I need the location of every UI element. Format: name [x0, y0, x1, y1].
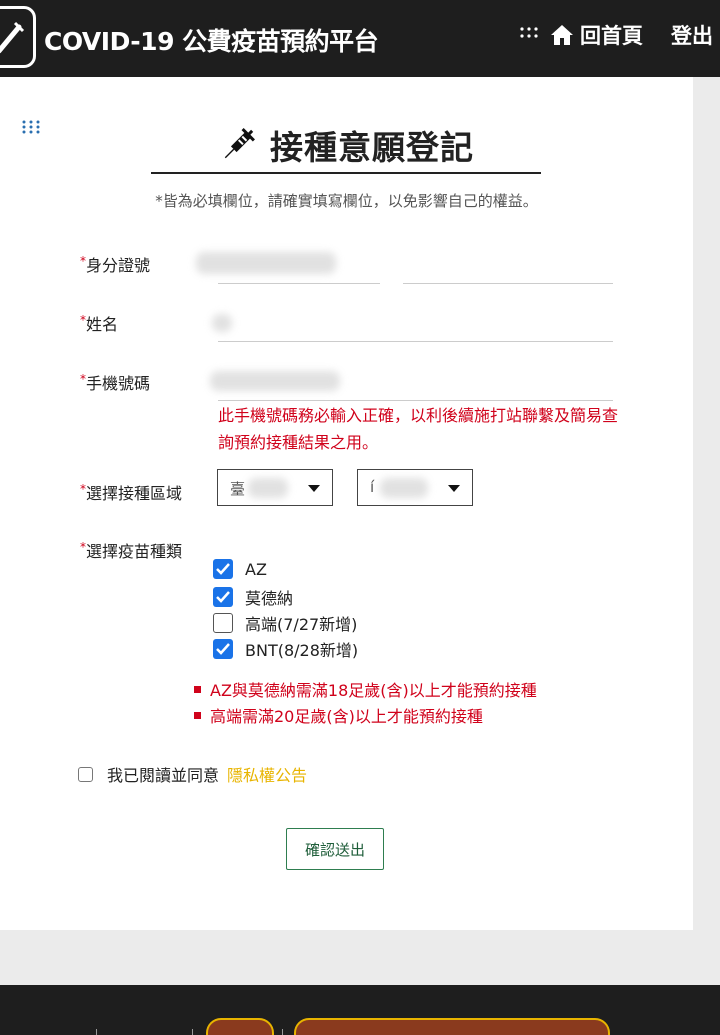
vaccine-option-label: BNT(8/28新增)	[245, 641, 359, 660]
required-mark: *	[80, 313, 86, 327]
bullet-square-icon	[194, 685, 201, 693]
age-rule-az-moderna: AZ與莫德納需滿18足歲(含)以上才能預約接種	[194, 677, 537, 701]
agree-text: 我已閱讀並同意	[107, 766, 220, 785]
city-select[interactable]: 臺	[217, 469, 333, 506]
age-rule-text: AZ與莫德納需滿18足歲(含)以上才能預約接種	[210, 681, 537, 700]
city-select-value: 臺	[230, 480, 246, 498]
phone-warning: 此手機號碼務必輸入正確，以利後續施打站聯繫及簡易查詢預約接種結果之用。	[218, 406, 619, 452]
phone-label: *手機號碼	[80, 370, 150, 394]
vaccine-option-az[interactable]: AZ	[213, 559, 267, 579]
id-input-part2[interactable]	[403, 283, 613, 284]
age-rule-medigen: 高端需滿20足歲(含)以上才能預約接種	[194, 703, 483, 727]
vaccine-option-bnt[interactable]: BNT(8/28新增)	[213, 637, 358, 661]
bullet-square-icon	[194, 711, 201, 719]
id-label-text: 身分證號	[86, 256, 151, 275]
phone-label-text: 手機號碼	[86, 374, 151, 393]
footer-banner-button[interactable]	[294, 1018, 610, 1035]
footer-divider	[96, 1029, 97, 1035]
agree-checkbox[interactable]	[78, 766, 93, 782]
phone-value-redacted	[210, 371, 340, 391]
logout-link[interactable]: 登出	[671, 20, 713, 50]
chevron-down-icon	[308, 485, 320, 492]
checkbox-checked-icon[interactable]	[213, 639, 233, 659]
footer-divider	[282, 1029, 283, 1035]
district-select[interactable]: í	[357, 469, 473, 506]
vaccine-option-label: AZ	[245, 559, 267, 579]
district-select-value: í	[370, 478, 375, 496]
age-rule-text: 高端需滿20足歲(含)以上才能預約接種	[210, 707, 483, 726]
required-mark: *	[80, 254, 86, 268]
home-icon	[551, 25, 573, 45]
footer-badge-button[interactable]	[206, 1018, 274, 1035]
page-title: 接種意願登記	[270, 128, 474, 167]
checkbox-checked-icon[interactable]	[213, 587, 233, 607]
name-value-redacted	[212, 314, 232, 332]
app-title[interactable]: COVID-19 公費疫苗預約平台	[44, 22, 379, 58]
required-notice: *皆為必填欄位，請確實填寫欄位，以免影響自己的權益。	[155, 192, 538, 210]
region-label: *選擇接種區域	[80, 480, 182, 504]
vaccine-option-label: 高端(7/27新增)	[245, 615, 358, 634]
chevron-down-icon	[448, 485, 460, 492]
city-value-redacted	[248, 478, 288, 498]
id-input-part1[interactable]	[218, 283, 380, 284]
vaccine-label: *選擇疫苗種類	[80, 538, 182, 562]
required-mark: *	[80, 372, 86, 386]
submit-button[interactable]: 確認送出	[286, 828, 384, 870]
vaccine-option-moderna[interactable]: 莫德納	[213, 585, 293, 609]
syringe-icon	[224, 128, 255, 159]
id-label: *身分證號	[80, 252, 150, 276]
top-navbar: COVID-19 公費疫苗預約平台 回首頁 登出	[0, 0, 720, 77]
required-mark: *	[80, 482, 86, 496]
vaccine-option-medigen[interactable]: 高端(7/27新增)	[213, 611, 357, 635]
name-label: *姓名	[80, 311, 118, 335]
name-input[interactable]	[218, 341, 613, 342]
phone-input[interactable]	[218, 400, 613, 401]
vaccine-option-label: 莫德納	[245, 589, 294, 608]
side-menu-dots-icon[interactable]	[22, 120, 40, 134]
page-heading: 接種意願登記	[151, 118, 541, 174]
checkbox-unchecked-icon[interactable]	[213, 613, 233, 633]
name-label-text: 姓名	[86, 315, 119, 334]
region-label-text: 選擇接種區域	[86, 484, 183, 503]
id-value-redacted	[196, 252, 336, 274]
checkbox-checked-icon[interactable]	[213, 559, 233, 579]
required-mark: *	[80, 540, 86, 554]
menu-grid-icon[interactable]	[519, 24, 539, 44]
district-value-redacted	[380, 478, 428, 498]
footer	[0, 985, 720, 1035]
vaccine-logo-icon[interactable]	[0, 6, 36, 68]
home-link[interactable]: 回首頁	[550, 20, 643, 50]
vaccine-label-text: 選擇疫苗種類	[86, 542, 183, 561]
privacy-policy-link[interactable]: 隱私權公告	[227, 762, 307, 786]
home-link-label: 回首頁	[580, 24, 643, 48]
privacy-agreement: 我已閱讀並同意 隱私權公告	[78, 762, 307, 786]
footer-divider	[192, 1029, 193, 1035]
